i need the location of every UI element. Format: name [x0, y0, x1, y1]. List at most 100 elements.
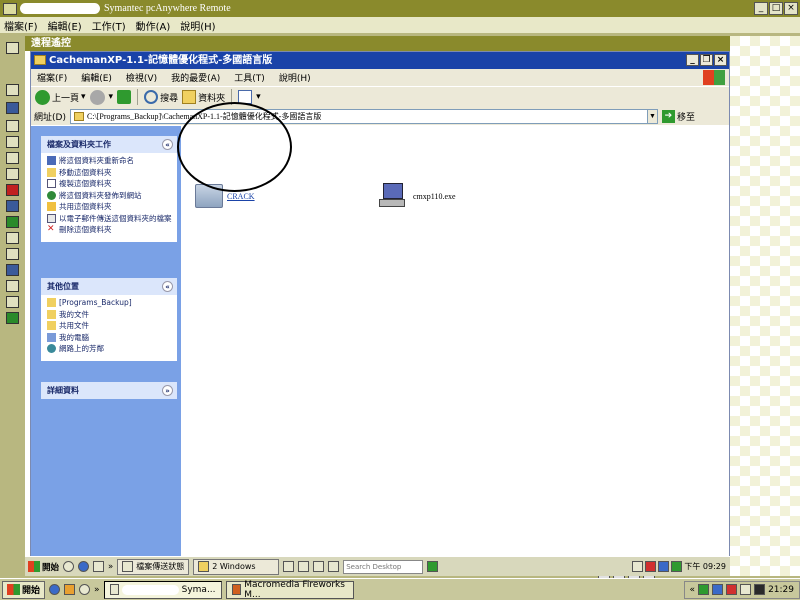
remote-start-button[interactable]: 開始: [28, 561, 59, 573]
pen-icon[interactable]: [298, 561, 310, 572]
ie-icon[interactable]: [49, 584, 61, 595]
tray-icon[interactable]: [645, 561, 657, 572]
search-button[interactable]: 搜尋: [144, 90, 178, 104]
folders-button[interactable]: 資料夾: [182, 90, 225, 104]
outer-menu-action[interactable]: 動作(A): [136, 18, 171, 33]
desktop-icon[interactable]: [63, 561, 75, 572]
chevron-down-icon[interactable]: ▾: [109, 92, 114, 102]
explorer-menu-tools[interactable]: 工具(T): [234, 71, 265, 84]
explorer-menu-edit[interactable]: 編輯(E): [81, 71, 112, 84]
task-copy[interactable]: 複製這個資料夾: [47, 179, 173, 189]
folder-icon: [34, 55, 46, 65]
help-icon[interactable]: [328, 561, 340, 572]
transfer-icon: [122, 561, 134, 572]
settings-icon[interactable]: [6, 280, 19, 292]
file-transfer-icon[interactable]: [6, 216, 19, 228]
keyboard-icon[interactable]: [6, 120, 19, 132]
up-folder-button[interactable]: [117, 90, 132, 104]
collapse-icon[interactable]: «: [162, 139, 173, 150]
chevron-left-icon[interactable]: «: [690, 585, 696, 595]
task-rename[interactable]: 將這個資料夾重新命名: [47, 156, 173, 166]
details-header[interactable]: 詳細資料 »: [41, 382, 177, 399]
explorer-restore-button[interactable]: ❐: [700, 54, 713, 66]
windows-logo-icon: [703, 70, 725, 85]
tray-icon[interactable]: [671, 561, 683, 572]
back-arrow-icon: [35, 89, 50, 105]
file-tasks-header[interactable]: 檔案及資料夾工作 «: [41, 136, 177, 153]
outer-menu-tasks[interactable]: 工作(T): [92, 18, 126, 33]
place-network[interactable]: 網路上的芳鄰: [47, 344, 173, 354]
expand-icon[interactable]: »: [162, 385, 173, 396]
task-publish[interactable]: 將這個資料夾發佈到網站: [47, 190, 173, 201]
outer-maximize-button[interactable]: □: [769, 2, 783, 15]
clipboard-icon[interactable]: [6, 248, 19, 260]
tray-icon[interactable]: [698, 584, 710, 595]
outer-menu-edit[interactable]: 編輯(E): [48, 18, 82, 33]
search-go-icon[interactable]: [427, 561, 439, 572]
local-start-button[interactable]: 開始: [2, 580, 46, 599]
file-cmxp110[interactable]: cmxp110.exe: [379, 181, 456, 211]
place-shared-documents[interactable]: 共用文件: [47, 321, 173, 331]
place-my-computer[interactable]: 我的電腦: [47, 332, 173, 343]
outer-minimize-button[interactable]: _: [754, 2, 768, 15]
chevron-right-icon[interactable]: »: [108, 562, 113, 572]
chevron-down-icon[interactable]: ▼: [646, 109, 657, 123]
task-email[interactable]: 以電子郵件傳送這個資料夾的檔案: [47, 213, 173, 224]
address-input[interactable]: C:\[Programs_Backup]\CachemanXP-1.1-記憶體優…: [69, 108, 658, 124]
media-icon[interactable]: [64, 584, 76, 595]
explorer-menu-view[interactable]: 檢視(V): [126, 71, 157, 84]
connect-icon[interactable]: [6, 312, 19, 324]
other-places-header[interactable]: 其他位置 «: [41, 278, 177, 295]
task-file-transfer[interactable]: 檔案傳送狀態: [117, 558, 190, 575]
outer-menu-help[interactable]: 說明(H): [180, 18, 215, 33]
task-move[interactable]: 移動這個資料夾: [47, 167, 173, 178]
collapse-icon[interactable]: «: [162, 281, 173, 292]
disconnect-icon[interactable]: [6, 184, 19, 196]
tray-icon[interactable]: [740, 584, 752, 595]
keyboard-icon[interactable]: [283, 561, 295, 572]
explorer-menu-help[interactable]: 說明(H): [279, 71, 311, 84]
task-delete[interactable]: ✕ 刪除這個資料夾: [47, 225, 173, 235]
remote-control-icon[interactable]: [6, 102, 19, 114]
back-button[interactable]: 上一頁 ▾: [35, 89, 86, 105]
chat-icon[interactable]: [6, 232, 19, 244]
screen-icon[interactable]: [6, 200, 19, 212]
explorer-menu-favorites[interactable]: 我的最愛(A): [171, 71, 220, 84]
other-places-title: 其他位置: [47, 282, 79, 291]
folder-icon: [47, 321, 56, 330]
media-icon[interactable]: [93, 561, 105, 572]
explorer-minimize-button[interactable]: _: [686, 54, 699, 66]
address-label: 網址(D): [34, 112, 66, 123]
explorer-close-button[interactable]: ×: [714, 54, 727, 66]
help-icon[interactable]: [6, 84, 19, 96]
task-windows-group[interactable]: 2 Windows: [193, 558, 280, 575]
tray-icon[interactable]: [632, 561, 644, 572]
task-fireworks[interactable]: Macromedia Fireworks M...: [225, 580, 354, 600]
go-button[interactable]: ➔ 移至: [661, 109, 695, 123]
mouse-icon[interactable]: [6, 136, 19, 148]
forward-button[interactable]: [89, 89, 105, 105]
chevron-right-icon[interactable]: »: [94, 585, 100, 595]
chevron-down-icon[interactable]: ▾: [256, 92, 261, 102]
expand-icon[interactable]: [6, 42, 19, 54]
monitor-icon[interactable]: [313, 561, 325, 572]
outer-close-button[interactable]: ×: [784, 2, 798, 15]
explorer-menu-file[interactable]: 檔案(F): [37, 71, 67, 84]
ie-icon[interactable]: [78, 561, 90, 572]
tray-icon[interactable]: [754, 584, 766, 595]
outer-menu-file[interactable]: 檔案(F): [4, 18, 38, 33]
place-programs-backup[interactable]: [Programs_Backup]: [47, 298, 173, 308]
tray-icon[interactable]: [658, 561, 670, 572]
tray-icon[interactable]: [726, 584, 738, 595]
place-my-documents[interactable]: 我的文件: [47, 309, 173, 320]
desktop-search-input[interactable]: Search Desktop: [343, 559, 424, 574]
tray-icon[interactable]: [712, 584, 724, 595]
refresh-icon[interactable]: [6, 168, 19, 180]
desktop-icon[interactable]: [79, 584, 91, 595]
task-symantec[interactable]: Syma...: [103, 580, 222, 599]
scissors-icon[interactable]: [6, 296, 19, 308]
monitor-icon[interactable]: [6, 152, 19, 164]
task-share[interactable]: 共用這個資料夾: [47, 202, 173, 212]
file-tasks-title: 檔案及資料夾工作: [47, 140, 111, 149]
record-icon[interactable]: [6, 264, 19, 276]
